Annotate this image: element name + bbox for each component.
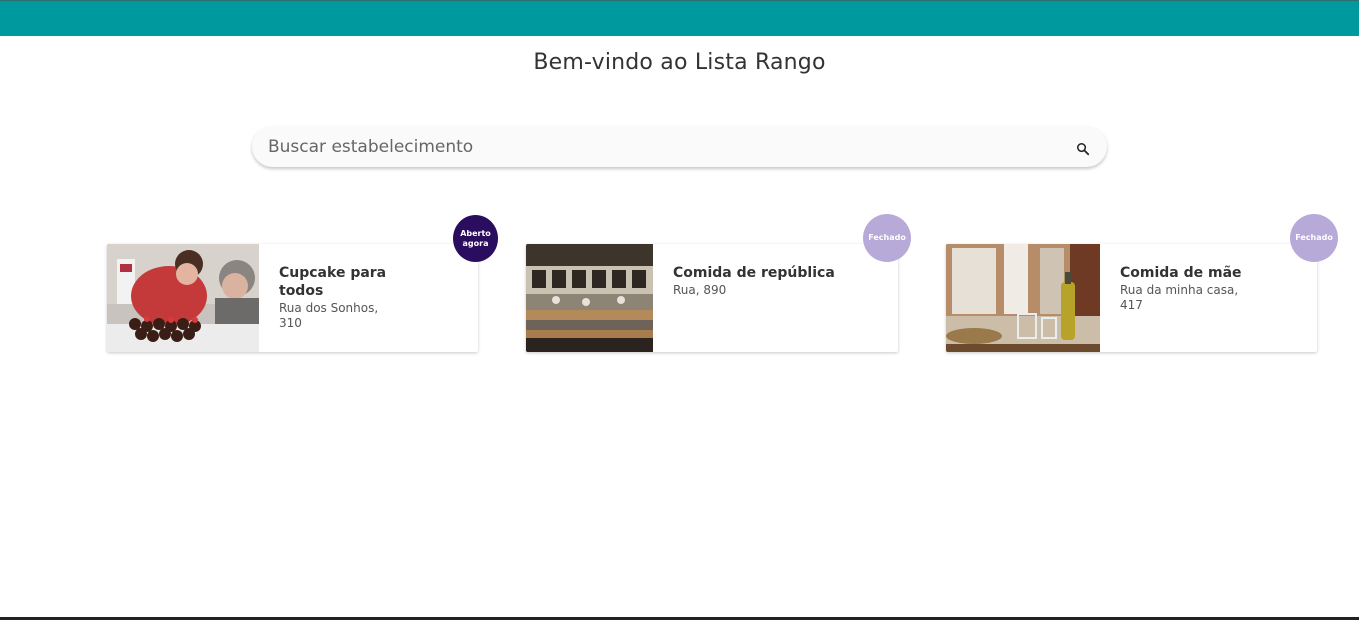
restaurant-address: Rua da minha casa, 417: [1120, 283, 1239, 312]
restaurant-card[interactable]: Comida de mãe Rua da minha casa, 417: [946, 244, 1317, 352]
restaurant-photo: [107, 244, 259, 352]
search-bar: [252, 126, 1107, 167]
top-bar: [0, 0, 1359, 36]
restaurant-card[interactable]: Comida de república Rua, 890: [526, 244, 898, 352]
restaurant-photo: [946, 244, 1100, 352]
restaurant-address: Rua dos Sonhos, 310: [279, 301, 379, 330]
search-input[interactable]: [252, 126, 1052, 167]
restaurant-name: Comida de mãe: [1120, 265, 1242, 281]
page-title: Bem-vindo ao Lista Rango: [533, 50, 826, 75]
status-badge: Fechado: [1290, 214, 1338, 262]
restaurant-photo: [526, 244, 653, 352]
restaurant-address: Rua, 890: [673, 283, 727, 297]
restaurant-name: Comida de república: [673, 265, 835, 281]
restaurant-card[interactable]: Cupcake para todos Rua dos Sonhos, 310: [107, 244, 478, 352]
status-badge: Fechado: [863, 214, 911, 262]
search-icon[interactable]: [1073, 139, 1093, 159]
restaurant-name: Cupcake para todos: [279, 265, 387, 299]
status-badge: Aberto agora: [453, 215, 498, 262]
